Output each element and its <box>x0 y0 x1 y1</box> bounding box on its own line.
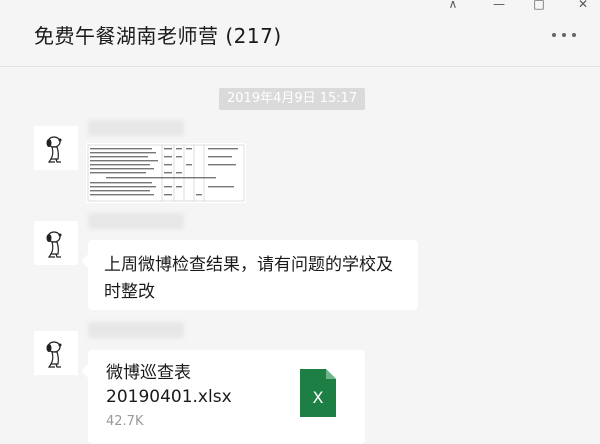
snoopy-avatar-icon <box>46 136 62 163</box>
more-icon[interactable] <box>550 28 578 42</box>
chat-header: 免费午餐湖南老师营 (217) ⊼ — □ ✕ <box>0 0 600 67</box>
pin-window-button[interactable]: ⊼ <box>443 0 463 11</box>
excel-file-icon: X <box>300 369 336 417</box>
sender-name-blurred <box>88 322 184 338</box>
maximize-button[interactable]: □ <box>529 0 549 11</box>
snoopy-avatar-icon <box>46 231 62 258</box>
image-message[interactable] <box>86 143 246 203</box>
excel-icon-letter: X <box>313 388 324 407</box>
minimize-button[interactable]: — <box>489 0 509 11</box>
message-timestamp: 2019年4月9日 15:17 <box>219 88 366 110</box>
chat-title: 免费午餐湖南老师营 (217) <box>34 24 282 48</box>
sender-name-blurred <box>88 213 184 229</box>
sender-name-blurred <box>88 120 184 136</box>
sender-avatar[interactable] <box>34 221 78 265</box>
file-size: 42.7K <box>106 414 144 429</box>
message-text: 上周微博检查结果，请有问题的学校及时整改 <box>104 255 393 302</box>
close-button[interactable]: ✕ <box>573 0 593 11</box>
sender-avatar[interactable] <box>34 126 78 170</box>
sender-avatar[interactable] <box>34 331 78 375</box>
snoopy-avatar-icon <box>46 341 62 368</box>
file-message-bubble[interactable]: 微博巡查表20190401.xlsx 42.7K X <box>81 350 365 444</box>
file-name: 微博巡查表20190401.xlsx <box>106 363 232 407</box>
text-message-bubble[interactable]: 上周微博检查结果，请有问题的学校及时整改 <box>81 240 418 310</box>
spreadsheet-thumbnail <box>86 143 246 203</box>
